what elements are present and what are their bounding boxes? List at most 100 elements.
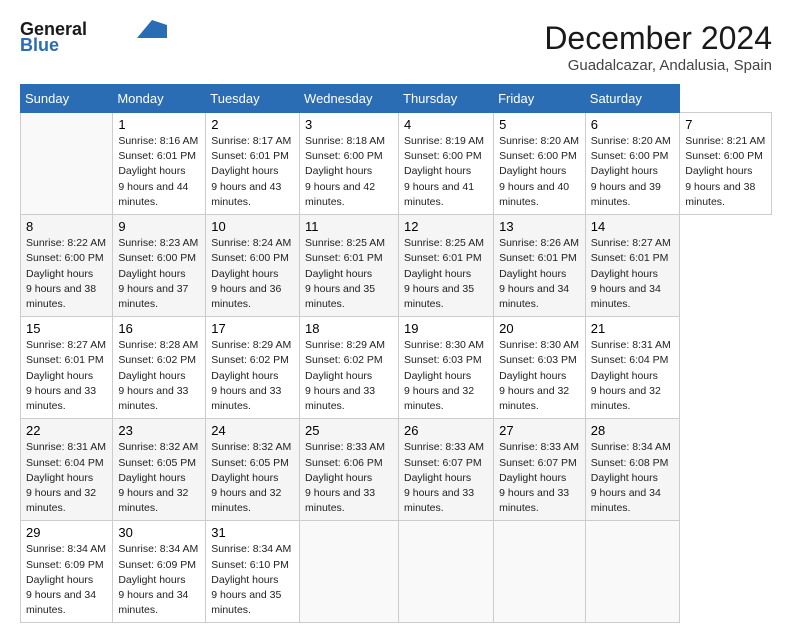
day-number: 2 [211, 117, 294, 132]
calendar-week-row: 22Sunrise: 8:31 AMSunset: 6:04 PMDayligh… [21, 419, 772, 521]
calendar-cell [585, 521, 680, 623]
day-info: Sunrise: 8:34 AMSunset: 6:10 PMDaylight … [211, 542, 294, 618]
calendar-cell: 18 Sunrise: 8:29 AMSunset: 6:02 PMDayligh… [300, 317, 399, 419]
calendar-cell: 6 Sunrise: 8:20 AMSunset: 6:00 PMDaylight… [585, 113, 680, 215]
day-info: Sunrise: 8:19 AMSunset: 6:00 PMDaylight … [404, 134, 488, 210]
calendar-cell [399, 521, 494, 623]
day-number: 15 [26, 321, 107, 336]
calendar-cell: 7 Sunrise: 8:21 AMSunset: 6:00 PMDaylight… [680, 113, 772, 215]
calendar-cell [494, 521, 586, 623]
calendar-cell: 16 Sunrise: 8:28 AMSunset: 6:02 PMDayligh… [113, 317, 206, 419]
calendar-cell: 5 Sunrise: 8:20 AMSunset: 6:00 PMDaylight… [494, 113, 586, 215]
day-number: 12 [404, 219, 488, 234]
day-info: Sunrise: 8:25 AMSunset: 6:01 PMDaylight … [404, 236, 488, 312]
day-number: 13 [499, 219, 580, 234]
day-info: Sunrise: 8:27 AMSunset: 6:01 PMDaylight … [591, 236, 675, 312]
day-number: 21 [591, 321, 675, 336]
weekday-header: Wednesday [300, 85, 399, 113]
calendar-cell: 12 Sunrise: 8:25 AMSunset: 6:01 PMDayligh… [399, 215, 494, 317]
day-number: 5 [499, 117, 580, 132]
calendar-cell: 21 Sunrise: 8:31 AMSunset: 6:04 PMDayligh… [585, 317, 680, 419]
day-number: 25 [305, 423, 393, 438]
day-info: Sunrise: 8:24 AMSunset: 6:00 PMDaylight … [211, 236, 294, 312]
calendar-cell: 10 Sunrise: 8:24 AMSunset: 6:00 PMDayligh… [206, 215, 300, 317]
calendar-cell: 17 Sunrise: 8:29 AMSunset: 6:02 PMDayligh… [206, 317, 300, 419]
calendar-cell [300, 521, 399, 623]
weekday-header: Friday [494, 85, 586, 113]
day-info: Sunrise: 8:32 AMSunset: 6:05 PMDaylight … [118, 440, 200, 516]
day-number: 14 [591, 219, 675, 234]
day-info: Sunrise: 8:20 AMSunset: 6:00 PMDaylight … [591, 134, 675, 210]
calendar-cell: 14 Sunrise: 8:27 AMSunset: 6:01 PMDayligh… [585, 215, 680, 317]
calendar-cell: 25 Sunrise: 8:33 AMSunset: 6:06 PMDayligh… [300, 419, 399, 521]
weekday-header: Monday [113, 85, 206, 113]
calendar-cell: 1 Sunrise: 8:16 AMSunset: 6:01 PMDaylight… [113, 113, 206, 215]
weekday-header-row: SundayMondayTuesdayWednesdayThursdayFrid… [21, 85, 772, 113]
logo: General Blue [20, 20, 167, 56]
day-number: 23 [118, 423, 200, 438]
day-number: 27 [499, 423, 580, 438]
calendar-cell: 13 Sunrise: 8:26 AMSunset: 6:01 PMDayligh… [494, 215, 586, 317]
weekday-header: Saturday [585, 85, 680, 113]
day-info: Sunrise: 8:21 AMSunset: 6:00 PMDaylight … [685, 134, 766, 210]
day-info: Sunrise: 8:33 AMSunset: 6:06 PMDaylight … [305, 440, 393, 516]
day-number: 31 [211, 525, 294, 540]
weekday-header: Sunday [21, 85, 113, 113]
day-info: Sunrise: 8:31 AMSunset: 6:04 PMDaylight … [591, 338, 675, 414]
calendar-cell: 11 Sunrise: 8:25 AMSunset: 6:01 PMDayligh… [300, 215, 399, 317]
day-info: Sunrise: 8:20 AMSunset: 6:00 PMDaylight … [499, 134, 580, 210]
day-info: Sunrise: 8:33 AMSunset: 6:07 PMDaylight … [499, 440, 580, 516]
day-info: Sunrise: 8:30 AMSunset: 6:03 PMDaylight … [499, 338, 580, 414]
day-info: Sunrise: 8:17 AMSunset: 6:01 PMDaylight … [211, 134, 294, 210]
day-number: 17 [211, 321, 294, 336]
day-info: Sunrise: 8:16 AMSunset: 6:01 PMDaylight … [118, 134, 200, 210]
day-info: Sunrise: 8:22 AMSunset: 6:00 PMDaylight … [26, 236, 107, 312]
calendar-cell: 2 Sunrise: 8:17 AMSunset: 6:01 PMDaylight… [206, 113, 300, 215]
day-number: 3 [305, 117, 393, 132]
weekday-header: Tuesday [206, 85, 300, 113]
day-info: Sunrise: 8:29 AMSunset: 6:02 PMDaylight … [305, 338, 393, 414]
calendar-cell: 15Sunrise: 8:27 AMSunset: 6:01 PMDayligh… [21, 317, 113, 419]
location-title: Guadalcazar, Andalusia, Spain [544, 57, 772, 74]
day-info: Sunrise: 8:18 AMSunset: 6:00 PMDaylight … [305, 134, 393, 210]
calendar-cell: 22Sunrise: 8:31 AMSunset: 6:04 PMDayligh… [21, 419, 113, 521]
day-info: Sunrise: 8:28 AMSunset: 6:02 PMDaylight … [118, 338, 200, 414]
month-title: December 2024 [544, 20, 772, 57]
calendar-cell: 19Sunrise: 8:30 AMSunset: 6:03 PMDayligh… [399, 317, 494, 419]
calendar-cell: 4 Sunrise: 8:19 AMSunset: 6:00 PMDaylight… [399, 113, 494, 215]
calendar-cell: 30Sunrise: 8:34 AMSunset: 6:09 PMDayligh… [113, 521, 206, 623]
day-number: 20 [499, 321, 580, 336]
calendar-cell: 9Sunrise: 8:23 AMSunset: 6:00 PMDaylight… [113, 215, 206, 317]
day-info: Sunrise: 8:32 AMSunset: 6:05 PMDaylight … [211, 440, 294, 516]
day-info: Sunrise: 8:34 AMSunset: 6:09 PMDaylight … [26, 542, 107, 618]
calendar-cell: 29Sunrise: 8:34 AMSunset: 6:09 PMDayligh… [21, 521, 113, 623]
day-number: 18 [305, 321, 393, 336]
day-number: 30 [118, 525, 200, 540]
day-number: 16 [118, 321, 200, 336]
day-info: Sunrise: 8:29 AMSunset: 6:02 PMDaylight … [211, 338, 294, 414]
day-number: 4 [404, 117, 488, 132]
day-number: 1 [118, 117, 200, 132]
day-info: Sunrise: 8:26 AMSunset: 6:01 PMDaylight … [499, 236, 580, 312]
day-number: 11 [305, 219, 393, 234]
logo-blue-text: Blue [20, 36, 59, 56]
day-info: Sunrise: 8:25 AMSunset: 6:01 PMDaylight … [305, 236, 393, 312]
calendar-week-row: 8Sunrise: 8:22 AMSunset: 6:00 PMDaylight… [21, 215, 772, 317]
calendar-cell: 3 Sunrise: 8:18 AMSunset: 6:00 PMDaylight… [300, 113, 399, 215]
calendar-table: SundayMondayTuesdayWednesdayThursdayFrid… [20, 84, 772, 623]
calendar-cell: 28Sunrise: 8:34 AMSunset: 6:08 PMDayligh… [585, 419, 680, 521]
day-number: 7 [685, 117, 766, 132]
logo-icon [137, 20, 167, 38]
calendar-cell: 24Sunrise: 8:32 AMSunset: 6:05 PMDayligh… [206, 419, 300, 521]
day-number: 9 [118, 219, 200, 234]
day-info: Sunrise: 8:33 AMSunset: 6:07 PMDaylight … [404, 440, 488, 516]
day-number: 6 [591, 117, 675, 132]
calendar-week-row: 1 Sunrise: 8:16 AMSunset: 6:01 PMDaylight… [21, 113, 772, 215]
day-info: Sunrise: 8:34 AMSunset: 6:08 PMDaylight … [591, 440, 675, 516]
page-header: General Blue December 2024 Guadalcazar, … [20, 20, 772, 74]
calendar-cell: 8Sunrise: 8:22 AMSunset: 6:00 PMDaylight… [21, 215, 113, 317]
day-number: 26 [404, 423, 488, 438]
calendar-cell: 20 Sunrise: 8:30 AMSunset: 6:03 PMDayligh… [494, 317, 586, 419]
day-number: 19 [404, 321, 488, 336]
day-number: 10 [211, 219, 294, 234]
